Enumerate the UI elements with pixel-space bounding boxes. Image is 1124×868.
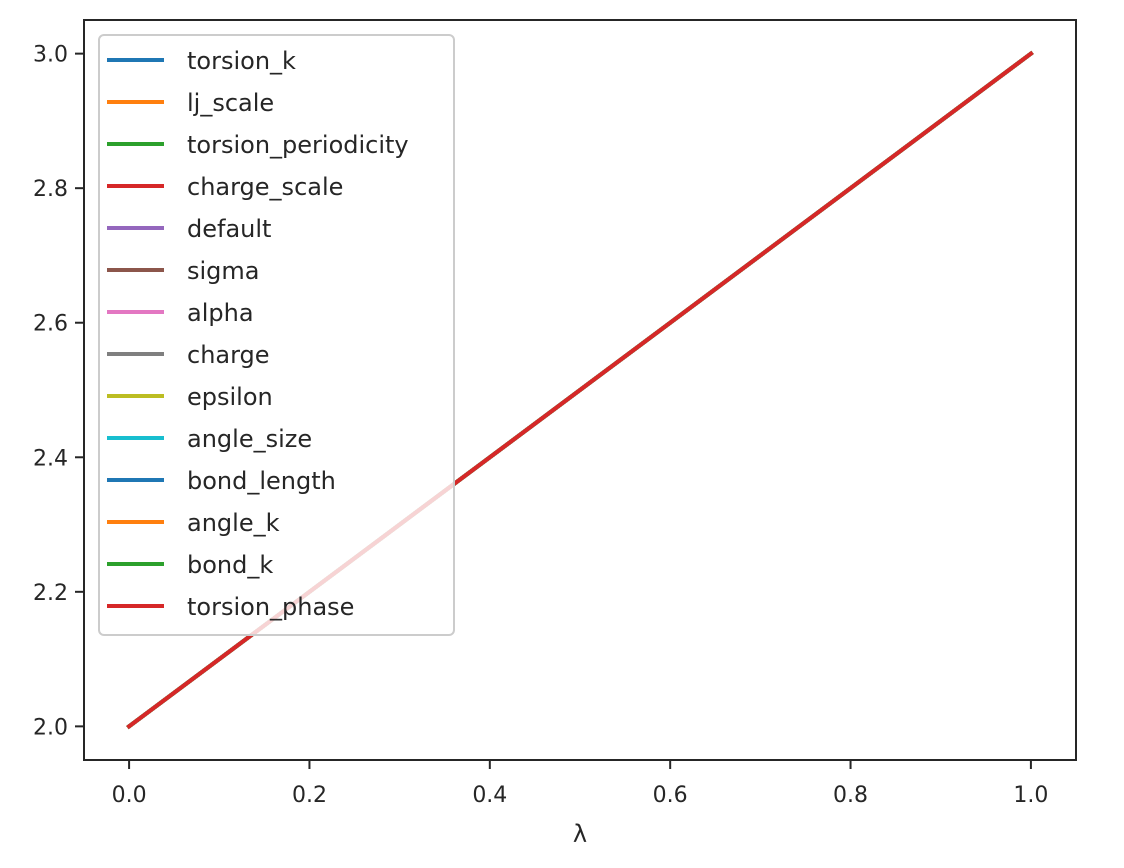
- legend-label: torsion_periodicity: [187, 131, 409, 159]
- x-axis-label: λ: [573, 820, 587, 848]
- x-tick-label: 0.6: [653, 783, 688, 808]
- x-tick-label: 1.0: [1013, 783, 1048, 808]
- line-chart: torsion_k lj_scale torsion_periodicitychar…: [33, 19, 1077, 848]
- x-tick-label: 0.0: [112, 783, 147, 808]
- y-axis: 2.0 2.2 2.4 2.6 2.8 3.0: [33, 43, 84, 740]
- legend-label: bond_k: [187, 551, 273, 579]
- y-tick-label: 3.0: [33, 43, 68, 68]
- legend-label: default: [187, 215, 271, 243]
- legend-label: epsilon: [187, 383, 273, 411]
- legend-label: charge: [187, 341, 270, 369]
- legend-label: angle_size: [187, 425, 312, 453]
- x-tick-label: 0.4: [472, 783, 507, 808]
- legend: torsion_k lj_scale torsion_periodicitychar…: [98, 34, 455, 636]
- y-tick-label: 2.2: [33, 581, 68, 606]
- legend-label: torsion_phase: [187, 593, 354, 621]
- y-tick-label: 2.4: [33, 446, 68, 471]
- y-tick-label: 2.0: [33, 715, 68, 740]
- y-tick-label: 2.6: [33, 312, 68, 337]
- y-tick-label: 2.8: [33, 177, 68, 202]
- legend-label: alpha: [187, 299, 254, 327]
- legend-label: bond_length: [187, 467, 336, 495]
- x-tick-label: 0.8: [833, 783, 868, 808]
- legend-label: lj_scale: [187, 89, 274, 117]
- legend-box: [98, 34, 455, 636]
- legend-label: sigma: [187, 257, 260, 285]
- x-axis: 0.0 0.2 0.4 0.6 0.8 1.0: [112, 760, 1048, 808]
- legend-label: charge_scale: [187, 173, 343, 201]
- x-tick-label: 0.2: [292, 783, 327, 808]
- legend-label: torsion_k: [187, 47, 296, 75]
- legend-label: angle_k: [187, 509, 280, 537]
